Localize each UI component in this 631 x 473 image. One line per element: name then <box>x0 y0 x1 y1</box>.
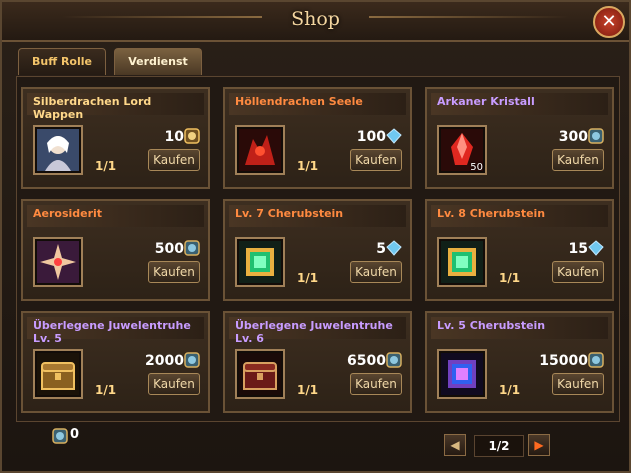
item-stock: 1/1 <box>499 383 521 397</box>
item-icon-frame[interactable] <box>33 237 83 287</box>
buy-button[interactable]: Kaufen <box>350 149 402 171</box>
badge-currency-icon <box>588 352 604 368</box>
shop-item-card: Silberdrachen Lord Wappen 10 1/1 Kaufen <box>21 87 210 189</box>
item-stock: 1/1 <box>297 271 319 285</box>
shop-item-card: Lv. 8 Cherubstein 15 1/1 Kaufen <box>425 199 614 301</box>
badge-currency-icon <box>588 128 604 144</box>
item-header: Überlegene Juwelentruhe Lv. 6 <box>229 317 406 345</box>
buy-button[interactable]: Kaufen <box>148 149 200 171</box>
item-header: Arkaner Kristall <box>431 93 608 115</box>
shop-item-card: Höllendrachen Seele 100 1/1 Kaufen <box>223 87 412 189</box>
badge-currency-icon <box>52 428 68 444</box>
window-title: Shop <box>291 8 340 30</box>
gold-chest-icon <box>37 353 79 395</box>
green-gem-icon <box>441 241 483 283</box>
shop-item-card: Lv. 7 Cherubstein 5 1/1 Kaufen <box>223 199 412 301</box>
badge-currency-icon <box>184 352 200 368</box>
next-page-button[interactable]: ▶ <box>528 434 550 456</box>
red-dragon-icon <box>239 129 281 171</box>
buy-button[interactable]: Kaufen <box>552 373 604 395</box>
tab-verdienst[interactable]: Verdienst <box>114 48 202 75</box>
buy-button[interactable]: Kaufen <box>148 261 200 283</box>
item-header: Lv. 7 Cherubstein <box>229 205 406 227</box>
item-name: Aerosiderit <box>33 207 103 220</box>
item-name: Überlegene Juwelentruhe Lv. 5 <box>33 319 191 345</box>
item-price: 500 <box>154 241 184 257</box>
item-grid: Silberdrachen Lord Wappen 10 1/1 Kaufen Höll… <box>16 76 620 422</box>
buy-button[interactable]: Kaufen <box>552 261 604 283</box>
badge-currency-icon <box>386 352 402 368</box>
diamond-currency-icon <box>386 240 402 256</box>
shop-item-card: Arkaner Kristall 50 300 Kaufen <box>425 87 614 189</box>
buy-button[interactable]: Kaufen <box>350 261 402 283</box>
diamond-currency-icon <box>588 240 604 256</box>
item-header: Silberdrachen Lord Wappen <box>27 93 204 121</box>
green-gem-icon <box>239 241 281 283</box>
item-header: Lv. 8 Cherubstein <box>431 205 608 227</box>
prev-page-button[interactable]: ◀ <box>444 434 466 456</box>
item-header: Höllendrachen Seele <box>229 93 406 115</box>
item-stock: 1/1 <box>499 271 521 285</box>
item-header: Aerosiderit <box>27 205 204 227</box>
item-header: Lv. 5 Cherubstein <box>431 317 608 339</box>
item-icon-frame[interactable]: 50 <box>437 125 487 175</box>
item-name: Lv. 7 Cherubstein <box>235 207 344 220</box>
red-chest-icon <box>239 353 281 395</box>
item-price: 300 <box>558 129 588 145</box>
shop-item-card: Aerosiderit 500 Kaufen <box>21 199 210 301</box>
shop-item-card: Überlegene Juwelentruhe Lv. 6 6500 1/1 Kauf… <box>223 311 412 413</box>
purple-gem-icon <box>441 353 483 395</box>
page-indicator: 1/2 <box>474 435 524 457</box>
pagination: ◀ 1/2 ▶ <box>444 434 554 458</box>
shop-item-card: Überlegene Juwelentruhe Lv. 5 2000 1/1 Kauf… <box>21 311 210 413</box>
item-price: 2000 <box>145 353 184 369</box>
item-icon-frame[interactable] <box>235 125 285 175</box>
item-price: 6500 <box>347 353 386 369</box>
buy-button[interactable]: Kaufen <box>552 149 604 171</box>
item-icon-frame[interactable] <box>235 349 285 399</box>
buy-button[interactable]: Kaufen <box>350 373 402 395</box>
item-price: 100 <box>356 129 386 145</box>
star-shard-icon <box>37 241 79 283</box>
item-stock: 1/1 <box>297 159 319 173</box>
diamond-currency-icon <box>386 128 402 144</box>
item-icon-frame[interactable] <box>33 125 83 175</box>
item-icon-frame[interactable] <box>437 237 487 287</box>
item-stock: 1/1 <box>297 383 319 397</box>
item-name: Lv. 8 Cherubstein <box>437 207 546 220</box>
shop-window: Shop ✕ Buff Rolle Verdienst Silberdrache… <box>0 0 631 473</box>
item-icon-frame[interactable] <box>235 237 285 287</box>
item-stock: 1/1 <box>95 383 117 397</box>
item-icon-frame[interactable] <box>33 349 83 399</box>
shop-item-card: Lv. 5 Cherubstein 15000 1/1 Kaufen <box>425 311 614 413</box>
badge-currency-icon <box>184 240 200 256</box>
item-icon-frame[interactable] <box>437 349 487 399</box>
item-stack-count: 50 <box>470 162 483 173</box>
gold-badge-currency-icon <box>184 128 200 144</box>
item-name: Überlegene Juwelentruhe Lv. 6 <box>235 319 393 345</box>
title-bar: Shop ✕ <box>2 2 629 42</box>
item-price: 10 <box>164 129 184 145</box>
item-header: Überlegene Juwelentruhe Lv. 5 <box>27 317 204 345</box>
item-name: Lv. 5 Cherubstein <box>437 319 546 332</box>
buy-button[interactable]: Kaufen <box>148 373 200 395</box>
item-stock: 1/1 <box>95 159 117 173</box>
item-price: 15000 <box>539 353 588 369</box>
portrait-icon <box>37 129 79 171</box>
tab-buff-rolle[interactable]: Buff Rolle <box>18 48 106 75</box>
balance-value: 0 <box>70 427 80 442</box>
item-price: 5 <box>376 241 386 257</box>
item-price: 15 <box>568 241 588 257</box>
item-name: Höllendrachen Seele <box>235 95 363 108</box>
item-name: Arkaner Kristall <box>437 95 535 108</box>
item-name: Silberdrachen Lord Wappen <box>33 95 152 121</box>
close-button[interactable]: ✕ <box>593 6 625 38</box>
